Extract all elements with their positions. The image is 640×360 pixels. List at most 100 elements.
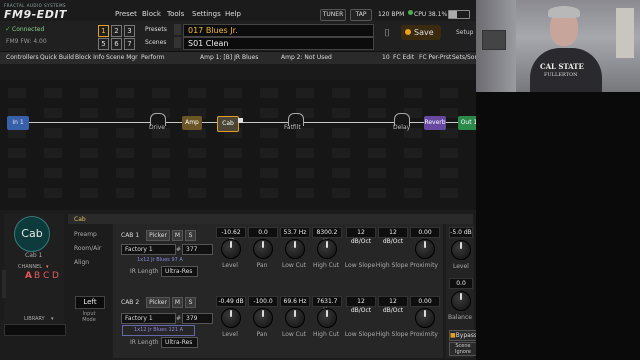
cab1-low-cut-knob[interactable] (285, 239, 305, 259)
grid-cell[interactable] (44, 188, 62, 198)
routing-grid[interactable]: In 1 Drive Amp Cab Fatfilt Delay Reverb … (0, 80, 480, 210)
menu-settings[interactable]: Settings (192, 10, 221, 18)
grid-cell[interactable] (116, 148, 134, 158)
grid-cell[interactable] (44, 128, 62, 138)
cab1-mute-button[interactable]: M (172, 230, 183, 241)
grid-cell[interactable] (188, 88, 206, 98)
scene-ignore-button[interactable]: Scene Ignore (449, 342, 477, 356)
scenes-dropdown[interactable]: Scenes (145, 39, 166, 46)
grid-cell[interactable] (368, 148, 386, 158)
grid-cell[interactable] (80, 128, 98, 138)
grid-cell[interactable] (44, 108, 62, 118)
cab1-high-cut-value[interactable]: 8300.2 Hz (312, 227, 342, 245)
menu-preset[interactable]: Preset (115, 10, 137, 18)
grid-cell[interactable] (296, 188, 314, 198)
cab1-low-slope-value[interactable]: 12 dB/Oct (346, 227, 376, 245)
menu-help[interactable]: Help (225, 10, 241, 18)
grid-cell[interactable] (332, 148, 350, 158)
grid-cell[interactable] (80, 168, 98, 178)
tab-perform[interactable]: Perform (141, 54, 165, 61)
cab1-proximity-knob[interactable] (415, 239, 435, 259)
preset-arrows[interactable] (174, 24, 181, 35)
cab1-low-cut-value[interactable]: 53.7 Hz (280, 227, 310, 238)
camera-icon[interactable]: ⌷ (384, 28, 390, 39)
tab-amp2[interactable]: Amp 2: Not Used (281, 54, 332, 61)
grid-cell[interactable] (188, 168, 206, 178)
grid-cell[interactable] (224, 168, 242, 178)
bypass-button[interactable]: ■Bypass (449, 330, 477, 341)
grid-cell[interactable] (8, 188, 26, 198)
preset-slot-7[interactable]: 7 (124, 38, 135, 50)
grid-cell[interactable] (368, 188, 386, 198)
grid-cell[interactable] (404, 148, 422, 158)
grid-cell[interactable] (440, 148, 458, 158)
cab2-ir-length-field[interactable]: Ultra-Res (161, 337, 198, 348)
grid-cell[interactable] (80, 108, 98, 118)
channel-b[interactable]: B (34, 271, 40, 281)
master-level-value[interactable]: -5.0 dB (449, 227, 473, 238)
cab2-low-slope-value[interactable]: 12 dB/Oct (346, 296, 376, 314)
block-cab[interactable]: Cab (217, 116, 239, 132)
cab2-high-slope-value[interactable]: 12 dB/Oct (378, 296, 408, 314)
tap-tempo-button[interactable]: TAP (350, 9, 372, 21)
cab1-ir-length-field[interactable]: Ultra-Res (161, 266, 198, 277)
cab2-low-cut-value[interactable]: 69.6 Hz (280, 296, 310, 307)
page-align[interactable]: Align (74, 259, 89, 266)
grid-cell[interactable] (8, 88, 26, 98)
master-level-knob[interactable] (451, 240, 471, 260)
tab-controllers[interactable]: Controllers (6, 54, 39, 61)
tab-fc-per-preset[interactable]: FC Per-Prst (419, 54, 451, 61)
cab2-solo-button[interactable]: S (185, 297, 196, 308)
grid-cell[interactable] (116, 108, 134, 118)
cab2-bank-field[interactable]: Factory 1 (121, 313, 176, 324)
tab-fc-edit[interactable]: FC Edit (393, 54, 414, 61)
input-mode-field[interactable]: Left (75, 296, 105, 309)
grid-cell[interactable] (332, 168, 350, 178)
grid-cell[interactable] (440, 188, 458, 198)
cab1-level-value[interactable]: -10.62 dB (216, 227, 246, 245)
grid-cell[interactable] (260, 88, 278, 98)
tuner-button[interactable]: TUNER (320, 9, 346, 21)
tab-layout-number[interactable]: 10 (382, 54, 390, 61)
channel-dropdown-icon[interactable]: ▾ (46, 264, 49, 270)
grid-cell[interactable] (188, 188, 206, 198)
cab1-solo-button[interactable]: S (185, 230, 196, 241)
grid-cell[interactable] (368, 168, 386, 178)
cab1-bank-field[interactable]: Factory 1 (121, 244, 176, 255)
grid-cell[interactable] (332, 108, 350, 118)
cab2-number-field[interactable]: 379 (182, 313, 213, 324)
tab-sets[interactable]: Sets/Sor (452, 54, 477, 61)
tab-quick-build[interactable]: Quick Build (40, 54, 74, 61)
grid-cell[interactable] (404, 168, 422, 178)
cab2-high-cut-value[interactable]: 7631.7 Hz (312, 296, 342, 314)
cab2-high-cut-knob[interactable] (317, 308, 337, 328)
cab-selection-handle[interactable] (238, 118, 243, 123)
grid-cell[interactable] (260, 148, 278, 158)
grid-cell[interactable] (260, 168, 278, 178)
grid-cell[interactable] (404, 188, 422, 198)
setup-button[interactable]: Setup (456, 29, 473, 36)
cab1-proximity-value[interactable]: 0.00 (410, 227, 440, 238)
grid-cell[interactable] (8, 168, 26, 178)
cab1-high-slope-value[interactable]: 12 dB/Oct (378, 227, 408, 245)
grid-cell[interactable] (260, 108, 278, 118)
grid-cell[interactable] (44, 168, 62, 178)
grid-cell[interactable] (224, 88, 242, 98)
master-balance-knob[interactable] (451, 291, 471, 311)
cab2-picker-button[interactable]: Picker (146, 297, 170, 308)
preset-slot-2[interactable]: 2 (111, 25, 122, 37)
scene-name-field[interactable]: S01 Clean (183, 37, 374, 50)
tab-scene-mgr[interactable]: Scene Mgr (106, 54, 138, 61)
menu-tools[interactable]: Tools (167, 10, 184, 18)
cab1-pan-value[interactable]: 0.0 (248, 227, 278, 238)
block-reverb[interactable]: Reverb (424, 116, 446, 130)
grid-cell[interactable] (44, 88, 62, 98)
grid-cell[interactable] (80, 148, 98, 158)
block-input[interactable]: In 1 (7, 116, 29, 130)
cab2-level-knob[interactable] (221, 308, 241, 328)
grid-cell[interactable] (368, 88, 386, 98)
channel-a[interactable]: A (25, 271, 32, 281)
grid-cell[interactable] (152, 148, 170, 158)
grid-cell[interactable] (296, 148, 314, 158)
tab-amp1[interactable]: Amp 1: [B] JR Blues (200, 54, 258, 61)
